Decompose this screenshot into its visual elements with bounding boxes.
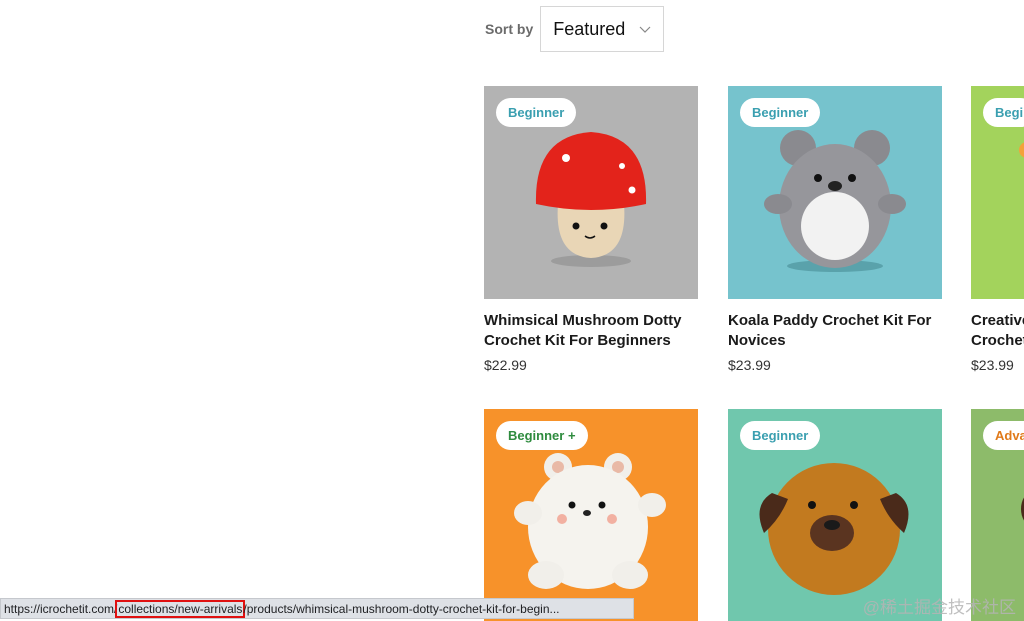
product-grid: Beginner Whimsical Mushroom Dotty Croche… [484, 86, 1024, 621]
sort-selected-value: Featured [553, 18, 626, 39]
product-image[interactable]: Beginner + [484, 409, 698, 621]
level-badge: Beginner [740, 98, 821, 127]
product-title[interactable]: Whimsical Mushroom Dotty Crochet Kit For… [484, 311, 694, 351]
product-title-line: Novices [728, 332, 786, 349]
product-card[interactable]: Beginner [728, 409, 942, 621]
product-title-line: Crochet Kit For Beginners [484, 332, 671, 349]
product-title-line: Creative [971, 312, 1024, 329]
level-badge: Beginner [496, 98, 577, 127]
product-image[interactable]: Beginner [728, 409, 942, 621]
level-badge: Adva [983, 421, 1024, 450]
url-highlighted-segment: collections/new-arrivals [115, 599, 246, 618]
product-price: $22.99 [484, 357, 527, 373]
product-price: $23.99 [971, 357, 1014, 373]
url-suffix: /products/whimsical-mushroom-dotty-croch… [243, 601, 560, 616]
chevron-down-icon [639, 26, 651, 33]
sort-label: Sort by [485, 21, 534, 37]
url-prefix: https://icrochetit.com/ [4, 601, 118, 616]
product-card[interactable]: Beginner + [484, 409, 698, 621]
status-bar-url: https://icrochetit.com/collections/new-a… [0, 598, 634, 619]
watermark: @稀土掘金技术社区 [862, 598, 1016, 617]
sort-bar: Sort by Featured [485, 6, 665, 52]
product-image[interactable]: Adva [971, 409, 1024, 621]
level-badge: Beginner + [496, 421, 588, 450]
sort-select[interactable]: Featured [540, 6, 665, 52]
product-title[interactable]: Koala Paddy Crochet Kit For Novices [728, 311, 938, 351]
product-card[interactable]: Adva [971, 409, 1024, 621]
product-card[interactable]: Beginner Koala Paddy Crochet Kit For Nov… [728, 86, 942, 373]
product-image[interactable]: Begi [971, 86, 1024, 299]
level-badge: Beginner [740, 421, 821, 450]
product-card[interactable]: Beginner Whimsical Mushroom Dotty Croche… [484, 86, 698, 373]
product-title-line: Crochet [971, 332, 1024, 349]
product-title-line: Koala Paddy Crochet Kit For [728, 312, 932, 329]
product-image[interactable]: Beginner [484, 86, 698, 299]
product-image[interactable]: Beginner [728, 86, 942, 299]
page: Sort by Featured Beginner Whimsical Mush… [0, 0, 1024, 621]
product-price: $23.99 [728, 357, 771, 373]
level-badge: Begi [983, 98, 1024, 127]
product-title[interactable]: Creative Crochet [971, 311, 1024, 351]
product-title-line: Whimsical Mushroom Dotty [484, 312, 682, 329]
product-card[interactable]: Begi Creative Crochet $23.99 [971, 86, 1024, 373]
